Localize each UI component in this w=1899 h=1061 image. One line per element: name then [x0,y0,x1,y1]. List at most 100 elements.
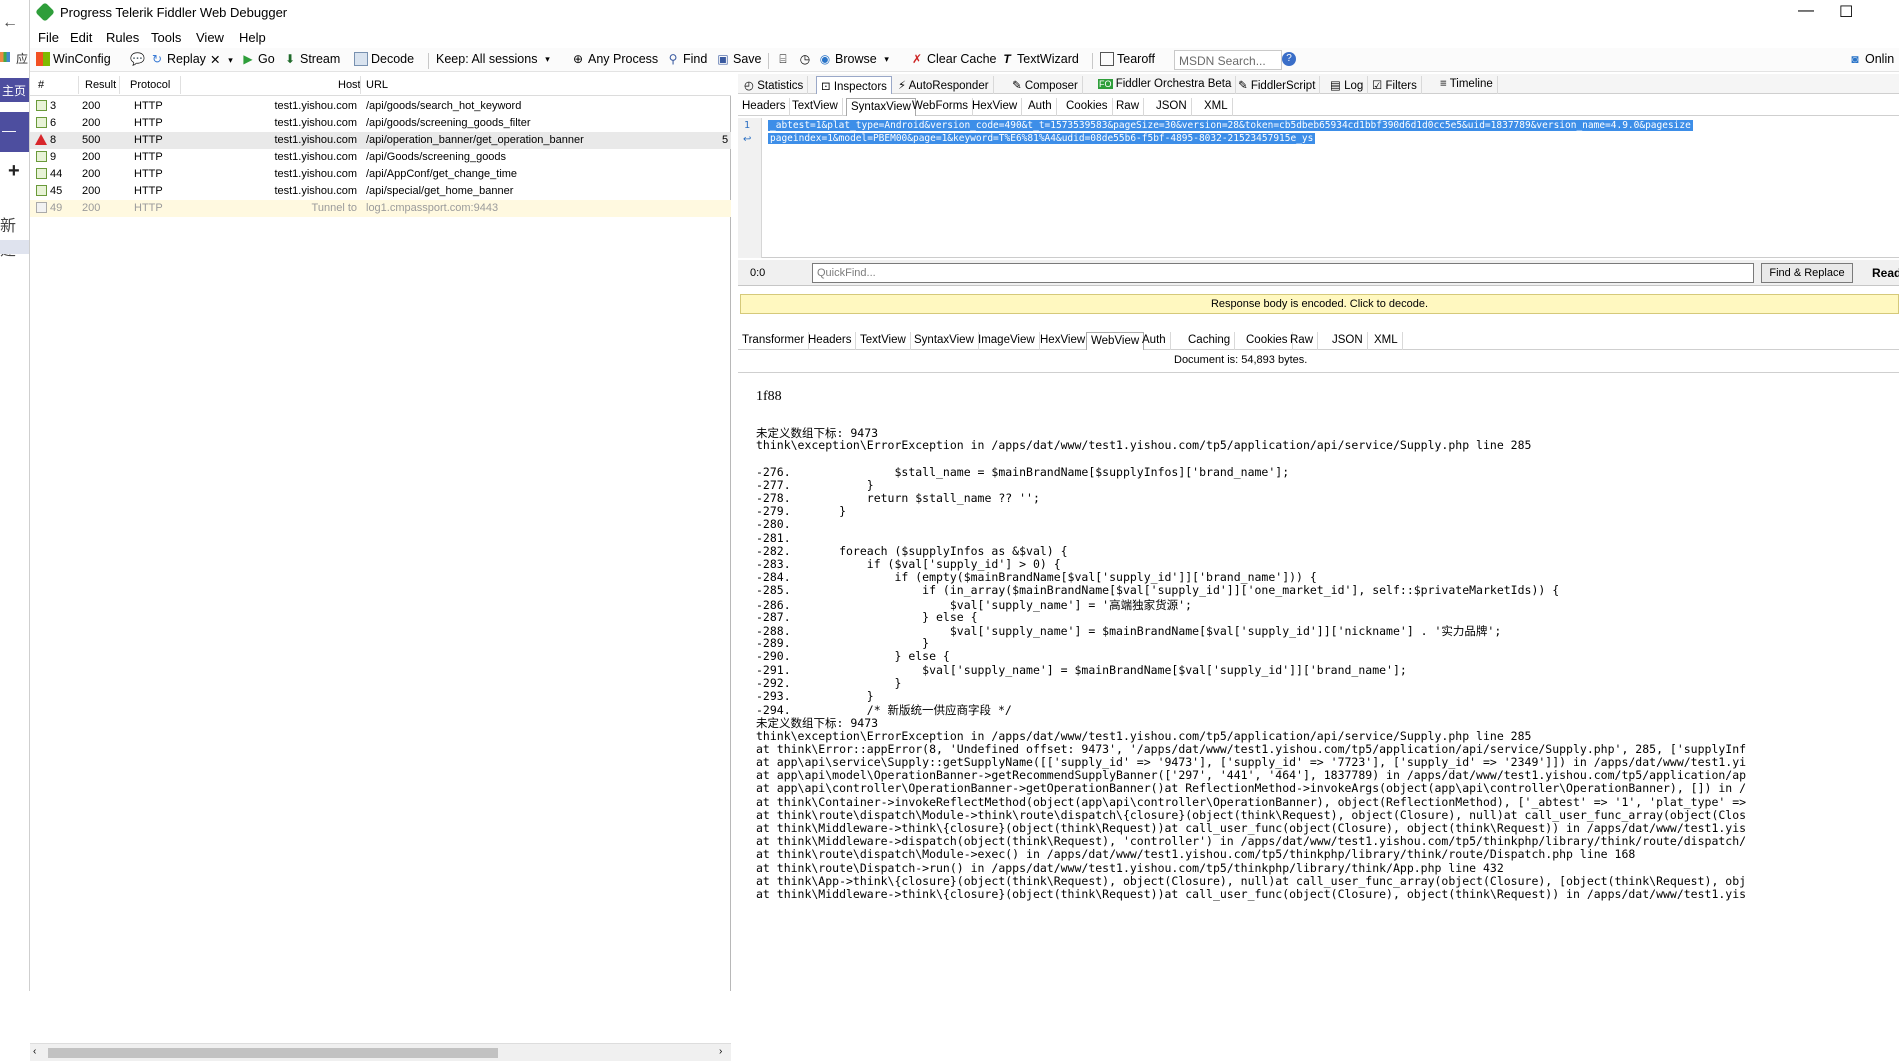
col-header-result[interactable]: Result [85,79,116,91]
tab-timeline[interactable]: ≡ Timeline [1436,76,1498,94]
comment-button[interactable]: 💬 [130,52,145,66]
encoded-body-notice[interactable]: Response body is encoded. Click to decod… [740,294,1899,314]
column-divider[interactable] [180,76,181,94]
response-tab-cookies[interactable]: Cookies [1242,332,1293,350]
response-tab-imageview[interactable]: ImageView [974,332,1040,350]
request-tab-hexview[interactable]: HexView [968,98,1023,116]
scroll-right-icon[interactable]: › [719,1046,722,1057]
windows-icon [36,52,50,66]
menu-view[interactable]: View [196,30,224,45]
browse-button[interactable]: ◉ Browse ▾ [818,52,894,66]
response-tab-transformer[interactable]: Transformer [738,332,810,350]
plus-icon[interactable]: + [8,160,20,183]
scrollbar-thumb[interactable] [48,1048,498,1058]
help-button[interactable]: ? [1282,52,1296,66]
minimize-button[interactable]: — [1798,2,1814,20]
screenshot-button[interactable]: ⌸ [776,52,790,66]
timer-button[interactable]: ◷ [798,52,812,66]
menu-tools[interactable]: Tools [151,30,181,45]
maximize-button[interactable]: ☐ [1839,2,1853,22]
column-divider[interactable] [119,76,120,94]
response-tab-webview[interactable]: WebView [1086,332,1145,350]
table-row[interactable]: 9 200 HTTP test1.yishou.com/api/Goods/scree… [30,149,731,166]
col-header-protocol[interactable]: Protocol [130,79,170,91]
msdn-search-input[interactable]: MSDN Search... [1174,50,1282,70]
webview-line: -289. } [756,636,930,651]
request-body-line-1[interactable]: _abtest=1&plat_type=Android&version_code… [768,120,1693,131]
request-tab-cookies[interactable]: Cookies [1062,98,1113,116]
webview-line: -293. } [756,689,874,703]
request-tab-auth[interactable]: Auth [1024,98,1057,116]
tab-log[interactable]: ▤ Log [1326,76,1369,94]
response-tab-xml[interactable]: XML [1370,332,1403,350]
request-tab-raw[interactable]: Raw [1112,98,1145,116]
response-tab-raw[interactable]: Raw [1286,332,1319,350]
table-row[interactable]: 49 200 HTTP Tunnel to log1.cmpassport.com:94… [30,200,731,217]
col-header-host[interactable]: Host [338,79,361,91]
request-tab-webforms[interactable]: WebForms [908,98,974,116]
tab-fiddler-orchestra[interactable]: FO Fiddler Orchestra Beta [1094,76,1237,94]
stream-button[interactable]: ⬇ Stream [283,52,340,66]
table-row[interactable]: 44 200 HTTP test1.yishou.com/api/AppConf/ge… [30,166,731,183]
response-webview[interactable]: 1f88 未定义数组下标: 9473 think\exception\ErrorE… [738,372,1899,991]
remove-button[interactable]: ✕ ▾ [210,52,237,67]
back-arrow-icon[interactable]: ← [2,14,18,32]
session-list-hscrollbar[interactable]: ‹ › [30,1043,731,1061]
apps-grid-icon[interactable] [0,52,10,62]
find-replace-button[interactable]: Find & Replace [1761,263,1853,283]
clear-cache-button[interactable]: ✗ Clear Cache [910,52,997,66]
tab-composer[interactable]: ✎ Composer [1008,76,1083,94]
keep-sessions-dropdown[interactable]: Keep: All sessions ▾ [436,52,554,66]
request-tab-json[interactable]: JSON [1152,98,1192,116]
save-button[interactable]: ▣ Save [716,52,761,66]
request-tab-textview[interactable]: TextView [788,98,843,116]
scroll-left-icon[interactable]: ‹ [33,1046,36,1057]
column-divider[interactable] [78,76,79,94]
request-body-editor[interactable]: 1 ↩ _abtest=1&plat_type=Android&version_… [738,118,1899,258]
table-row[interactable]: 3 200 HTTP test1.yishou.com/api/goods/searc… [30,98,731,115]
secondary-tab[interactable]: — [0,112,29,152]
request-tab-syntaxview[interactable]: SyntaxView [846,98,916,116]
home-tab[interactable]: 主页 [0,78,29,102]
column-divider[interactable] [360,76,361,94]
menu-help[interactable]: Help [239,30,266,45]
menu-rules[interactable]: Rules [106,30,139,45]
any-process-button[interactable]: ⊕ Any Process [571,52,658,66]
table-row[interactable]: 45 200 HTTP test1.yishou.com/api/special/ge… [30,183,731,200]
tab-inspectors[interactable]: ⊡ Inspectors [816,76,892,94]
session-list[interactable]: # Result Protocol Host URL 3 200 HTTP test1… [30,74,731,1061]
request-tab-xml[interactable]: XML [1200,98,1233,116]
col-header-id[interactable]: # [38,79,44,91]
tab-fiddlerscript[interactable]: ✎ FiddlerScript [1234,76,1321,94]
tab-statistics[interactable]: ◴ Statistics [740,76,809,94]
response-tab-json[interactable]: JSON [1328,332,1368,350]
response-tab-syntaxview[interactable]: SyntaxView [910,332,979,350]
col-header-url[interactable]: URL [366,79,388,91]
replay-button[interactable]: ↻ Replay [150,52,206,66]
webview-line: think\exception\ErrorException in /apps/… [756,438,1532,453]
response-tab-auth[interactable]: Auth [1138,332,1171,350]
response-tab-headers[interactable]: Headers [804,332,857,350]
tearoff-button[interactable]: Tearoff [1100,52,1155,66]
table-row[interactable]: 8 500 HTTP test1.yishou.com/api/operation_b… [30,132,731,149]
menu-file[interactable]: File [38,30,59,45]
tab-filters[interactable]: ☑ Filters [1368,76,1422,94]
webview-line: at think\route\dispatch\Module->exec() i… [756,847,1636,862]
online-button[interactable]: ◙ Onlin [1848,52,1894,66]
response-tab-textview[interactable]: TextView [856,332,911,350]
table-row[interactable]: 6 200 HTTP test1.yishou.com/api/goods/scree… [30,115,731,132]
response-tab-hexview[interactable]: HexView [1036,332,1091,350]
winconfig-button[interactable]: WinConfig [36,52,111,66]
request-tab-headers[interactable]: Headers [738,98,791,116]
tab-autoresponder[interactable]: ⚡ AutoResponder [894,76,994,94]
request-body-line-2[interactable]: pageindex=1&model=PBEM00&page=1&keyword=… [768,133,1316,144]
go-label: Go [258,52,275,66]
readonly-indicator[interactable]: Read [1872,266,1899,280]
quickfind-input[interactable]: QuickFind... [812,263,1754,283]
response-tab-caching[interactable]: Caching [1184,332,1236,350]
find-button[interactable]: ⚲ Find [666,52,708,66]
menu-edit[interactable]: Edit [70,30,92,45]
textwizard-button[interactable]: T TextWizard [1000,52,1079,66]
go-button[interactable]: ▶ Go [241,52,275,66]
decode-button[interactable]: Decode [354,52,414,66]
